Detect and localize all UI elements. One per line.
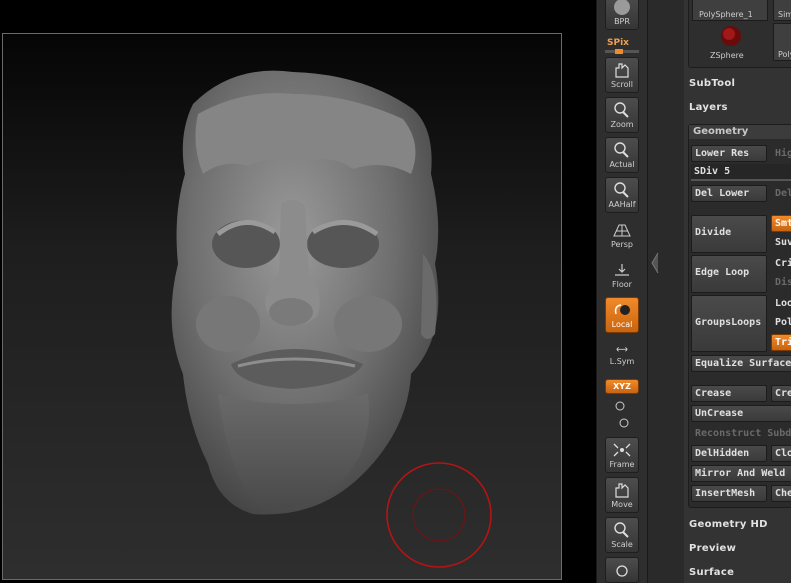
actual-button[interactable]: Actual xyxy=(605,137,639,173)
layers-header[interactable]: Layers xyxy=(689,102,728,113)
preview-header[interactable]: Preview xyxy=(689,543,736,554)
spix-label: SPix xyxy=(607,38,629,48)
perspective-grid-icon xyxy=(613,224,631,237)
lower-res-button[interactable]: Lower Res xyxy=(691,145,767,162)
move-button[interactable]: Move xyxy=(605,477,639,513)
disp-toggle[interactable]: Disp xyxy=(771,274,791,291)
sim-label: Sim xyxy=(778,10,791,19)
del-lower-button[interactable]: Del Lower xyxy=(691,185,767,202)
scale-label: Scale xyxy=(611,540,633,549)
magnifier-icon xyxy=(614,182,629,198)
sdiv-slider[interactable]: SDiv 5 xyxy=(691,164,791,181)
check-mesh-button[interactable]: Che xyxy=(771,485,791,502)
zoom-button[interactable]: Zoom xyxy=(605,97,639,133)
geometry-title: Geometry xyxy=(693,126,749,137)
scale-button[interactable]: Scale xyxy=(605,517,639,553)
frame-icon xyxy=(613,443,631,457)
poly-thumb[interactable]: Poly xyxy=(773,23,791,61)
local-button[interactable]: Local xyxy=(605,297,639,333)
surface-header[interactable]: Surface xyxy=(689,567,734,578)
magnifier-icon xyxy=(614,142,629,158)
spix-slider[interactable] xyxy=(605,49,639,54)
floor-label: Floor xyxy=(612,280,632,289)
floor-icon xyxy=(615,264,629,276)
frame-label: Frame xyxy=(609,460,635,469)
delhidden-button[interactable]: DelHidden xyxy=(691,445,767,462)
triangles-toggle[interactable]: Tria xyxy=(771,334,791,351)
bpr-button[interactable]: BPR xyxy=(605,0,639,30)
close-holes-button[interactable]: Clos xyxy=(771,445,791,462)
persp-label: Persp xyxy=(611,240,633,249)
poly-label: Poly xyxy=(778,50,791,59)
document-canvas[interactable] xyxy=(2,33,562,580)
suv-toggle[interactable]: Suv xyxy=(771,234,791,251)
magnifier-icon xyxy=(614,102,629,118)
zsphere-thumb[interactable]: ZSphere xyxy=(692,23,768,61)
sim-thumb[interactable]: Sim xyxy=(773,0,791,21)
lsym-label: L.Sym xyxy=(609,357,635,366)
actual-label: Actual xyxy=(609,160,635,169)
polysphere-thumb[interactable]: PolySphere_1 xyxy=(692,0,768,21)
del-higher-button[interactable]: Del xyxy=(771,185,791,202)
mirror-and-weld-button[interactable]: Mirror And Weld xyxy=(691,465,791,482)
higher-res-button[interactable]: High xyxy=(771,145,791,162)
xyz-label: XYZ xyxy=(613,382,631,391)
sculpt-model[interactable] xyxy=(3,34,562,580)
scroll-label: Scroll xyxy=(611,80,633,89)
subtool-header[interactable]: SubTool xyxy=(689,78,735,89)
geometry-hd-header[interactable]: Geometry HD xyxy=(689,519,768,530)
equalize-surface-button[interactable]: Equalize Surface xyxy=(691,355,791,372)
local-rotation-icon xyxy=(614,304,630,315)
hand-icon xyxy=(615,63,629,78)
geometry-panel: Geometry Lower Res High SDiv 5 Del Lower… xyxy=(688,124,791,508)
uncrease-button[interactable]: UnCrease xyxy=(691,405,791,422)
sdiv-label: SDiv 5 xyxy=(694,166,731,177)
magnifier-icon xyxy=(614,522,629,538)
floor-button[interactable]: Floor xyxy=(605,257,639,293)
persp-button[interactable]: Persp xyxy=(605,217,639,253)
zoom-label: Zoom xyxy=(610,120,634,129)
reconstruct-subdiv-button[interactable]: Reconstruct Subd xyxy=(691,425,791,442)
zsphere-label: ZSphere xyxy=(710,51,744,60)
grouploops-button[interactable]: GroupsLoops xyxy=(691,295,767,352)
hand-icon xyxy=(615,483,629,498)
sphere-icon xyxy=(614,0,630,15)
crease-level-slider[interactable]: Crea xyxy=(771,385,791,402)
edge-loop-button[interactable]: Edge Loop xyxy=(691,255,767,293)
frame-button[interactable]: Frame xyxy=(605,437,639,473)
viewport xyxy=(0,0,596,583)
scroll-button[interactable]: Scroll xyxy=(605,57,639,93)
aahalf-button[interactable]: AAHalf xyxy=(605,177,639,213)
rotate-icon xyxy=(616,565,628,577)
smt-toggle[interactable]: Smt xyxy=(771,215,791,232)
right-shelf: BPR SPix Scroll Zoom Actual AAHalf Persp… xyxy=(596,0,648,583)
tool-thumbnails: PolySphere_1 Sim ZSphere Poly xyxy=(688,0,791,68)
zsphere-icon xyxy=(721,26,741,46)
xyz-button[interactable]: XYZ xyxy=(605,379,639,394)
move-label: Move xyxy=(611,500,633,509)
collapse-arrow-icon[interactable] xyxy=(650,250,660,276)
aahalf-label: AAHalf xyxy=(608,200,636,209)
crisp-toggle[interactable]: Cris xyxy=(771,255,791,272)
polish-slider[interactable]: Poli xyxy=(771,314,791,331)
polysphere-label: PolySphere_1 xyxy=(699,10,753,19)
insertmesh-button[interactable]: InsertMesh xyxy=(691,485,767,502)
brush-inner-ring xyxy=(412,488,466,542)
crease-button[interactable]: Crease xyxy=(691,385,767,402)
divide-button[interactable]: Divide xyxy=(691,215,767,253)
local-label: Local xyxy=(611,320,633,329)
loops-slider[interactable]: Loo xyxy=(771,295,791,312)
brush-outer-ring xyxy=(386,462,492,568)
rotate-button[interactable] xyxy=(605,557,639,583)
bpr-label: BPR xyxy=(614,17,630,26)
tool-palette: PolySphere_1 Sim ZSphere Poly SubTool La… xyxy=(684,0,791,583)
panel-splitter xyxy=(648,0,684,583)
lsym-button[interactable]: L.Sym xyxy=(605,340,639,370)
rotate-axis-icons[interactable] xyxy=(614,399,630,431)
geometry-titlebar[interactable]: Geometry xyxy=(689,125,791,139)
symmetry-arrows-icon xyxy=(616,347,628,352)
